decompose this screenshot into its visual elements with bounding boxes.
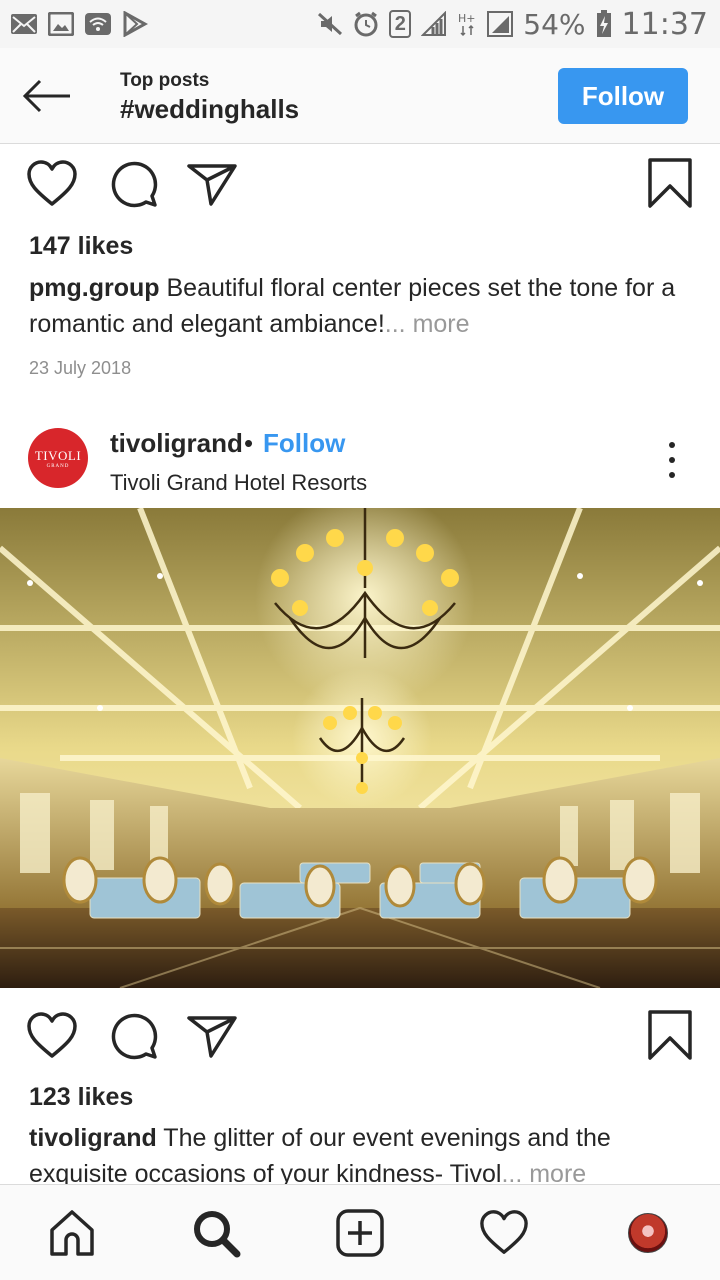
post2-image[interactable] — [0, 508, 720, 988]
avatar-logo-text: TIVOLI — [34, 447, 82, 463]
gallery-icon — [48, 12, 74, 36]
hashtag-title: #weddinghalls — [120, 94, 300, 124]
post2-likes-count[interactable]: 123 likes — [29, 1083, 133, 1112]
nav-activity[interactable] — [432, 1185, 576, 1280]
battery-percentage: 54% — [523, 7, 586, 41]
post2-header: TIVOLI GRAND tivoligrand • Follow Tivoli… — [0, 412, 720, 508]
add-post-icon — [336, 1209, 384, 1257]
post2-avatar[interactable]: TIVOLI GRAND — [28, 428, 88, 488]
notification-count-badge: 2 — [389, 10, 412, 38]
post1-caption-username[interactable]: pmg.group — [29, 274, 160, 302]
post1-caption: pmg.group Beautiful floral center pieces… — [29, 270, 699, 342]
app-header: Top posts #weddinghalls Follow — [0, 48, 720, 144]
like-heart-icon[interactable] — [26, 1010, 78, 1062]
comment-icon[interactable] — [108, 158, 160, 210]
network-hplus-icon: H+ — [458, 12, 476, 37]
post2-follow-link[interactable]: Follow — [263, 428, 345, 459]
status-bar-right: 2 H+ 54% 11:37 — [317, 7, 708, 42]
nav-search[interactable] — [144, 1185, 288, 1280]
svg-text:H+: H+ — [458, 12, 476, 25]
signal-icon — [421, 11, 447, 36]
post2-more-link[interactable]: ... more — [501, 1160, 586, 1184]
banquet-hall-photo — [0, 508, 720, 988]
separator-dot: • — [244, 428, 254, 458]
post1-more-link[interactable]: ... more — [385, 310, 470, 338]
post2-caption-username[interactable]: tivoligrand — [29, 1124, 157, 1152]
nav-new-post[interactable] — [288, 1185, 432, 1280]
like-heart-icon[interactable] — [26, 158, 78, 210]
status-bar: 2 H+ 54% 11:37 — [0, 0, 720, 48]
mail-icon — [11, 14, 37, 34]
nav-home[interactable] — [0, 1185, 144, 1280]
save-bookmark-icon[interactable] — [644, 158, 696, 210]
share-icon[interactable] — [186, 1010, 238, 1062]
clock: 11:37 — [621, 6, 708, 42]
nav-profile[interactable] — [576, 1185, 720, 1280]
post1-date: 23 July 2018 — [29, 358, 132, 378]
post2-action-row — [0, 1010, 720, 1074]
activity-heart-icon — [480, 1210, 528, 1254]
battery-charging-icon — [596, 10, 611, 37]
post1-likes-count[interactable]: 147 likes — [29, 232, 133, 261]
search-icon — [194, 1211, 241, 1258]
mute-icon — [318, 12, 343, 36]
header-subtitle: Top posts — [120, 70, 210, 91]
post2-username[interactable]: tivoligrand — [110, 428, 243, 459]
profile-avatar — [628, 1213, 668, 1253]
wifi-icon — [85, 13, 111, 35]
back-arrow-icon[interactable] — [22, 78, 72, 114]
signal-strength-icon — [487, 11, 514, 37]
post2-location[interactable]: Tivoli Grand Hotel Resorts — [110, 470, 367, 496]
alarm-icon — [354, 11, 378, 37]
post1-action-row — [0, 158, 720, 222]
avatar-logo-subtext: GRAND — [46, 463, 70, 469]
post2-caption: tivoligrand The glitter of our event eve… — [29, 1120, 699, 1184]
save-bookmark-icon[interactable] — [644, 1010, 696, 1062]
play-store-icon — [123, 11, 148, 37]
status-bar-left — [10, 11, 148, 37]
bottom-navigation — [0, 1184, 720, 1280]
comment-icon[interactable] — [108, 1010, 160, 1062]
share-icon[interactable] — [186, 158, 238, 210]
follow-hashtag-button[interactable]: Follow — [558, 68, 688, 124]
more-options-icon[interactable] — [660, 440, 684, 480]
home-icon — [50, 1210, 94, 1256]
